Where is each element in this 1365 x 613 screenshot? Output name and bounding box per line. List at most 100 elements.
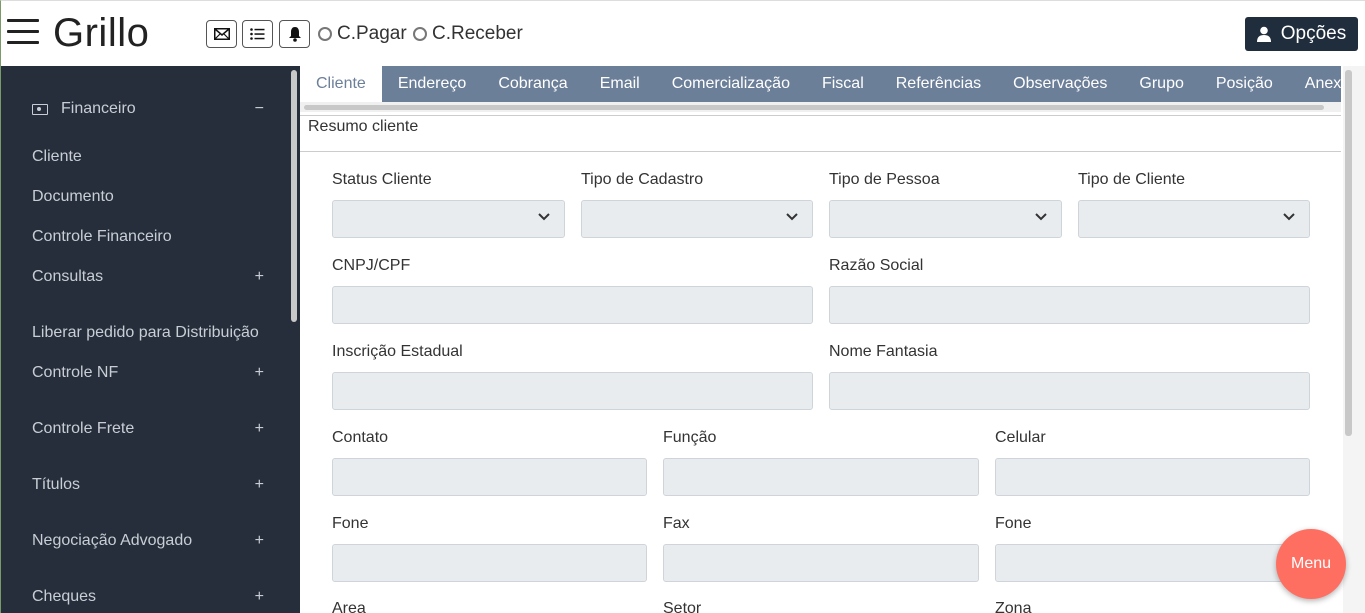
radio-receber-label: C.Receber (432, 23, 523, 44)
tab-anexos[interactable]: Anexos (1289, 66, 1341, 102)
chevron-down-icon (538, 213, 550, 221)
expand-icon: + (254, 476, 264, 493)
tab-email[interactable]: Email (584, 66, 656, 102)
user-icon (1256, 26, 1271, 42)
tipo-cliente-label: Tipo de Cliente (1078, 171, 1186, 188)
tipo-cadastro-label: Tipo de Cadastro (581, 171, 704, 188)
options-button[interactable]: Opções (1245, 17, 1358, 51)
nome-fantasia-input[interactable] (829, 372, 1310, 410)
status-cliente-select[interactable] (332, 200, 565, 238)
money-icon (32, 103, 48, 115)
tab-bar: Cliente Endereço Cobrança Email Comercia… (300, 66, 1341, 102)
bell-icon[interactable] (279, 20, 310, 48)
tab-observacoes[interactable]: Observações (997, 66, 1123, 102)
sidebar-item-liberar-pedido[interactable]: Liberar pedido para Distribuição (32, 324, 272, 342)
sidebar-item-label: Consultas (32, 268, 104, 285)
radio-contas-receber[interactable]: C.Receber (413, 23, 523, 45)
chevron-down-icon (1283, 213, 1295, 221)
app-header: Grillo C.Pagar C.Receber Opções (0, 0, 1365, 66)
brand-title: Grillo (53, 11, 150, 55)
sidebar-item-cheques[interactable]: Cheques + (32, 588, 264, 606)
area-label: Area (332, 600, 366, 613)
tab-posicao[interactable]: Posição (1200, 66, 1289, 102)
sidebar-item-label: Financeiro (61, 100, 136, 117)
radio-contas-pagar[interactable]: C.Pagar (318, 23, 407, 45)
funcao-label: Função (663, 429, 717, 446)
inscricao-estadual-input[interactable] (332, 372, 813, 410)
tab-scroll-thumb[interactable] (304, 105, 1324, 110)
sidebar-item-label: Liberar pedido para Distribuição (32, 324, 259, 341)
sidebar-item-label: Controle NF (32, 364, 119, 381)
contato-input[interactable] (332, 458, 647, 496)
options-label: Opções (1280, 23, 1347, 44)
tab-cobranca[interactable]: Cobrança (482, 66, 583, 102)
sidebar-item-documento[interactable]: Documento (32, 188, 264, 206)
menu-fab-button[interactable]: Menu (1276, 529, 1346, 599)
status-cliente-label: Status Cliente (332, 171, 432, 188)
sidebar-item-label: Títulos (32, 476, 81, 493)
fax-label: Fax (663, 515, 690, 532)
envelope-icon[interactable] (206, 20, 237, 48)
sidebar-item-label: Cliente (32, 148, 82, 165)
cnpj-cpf-label: CNPJ/CPF (332, 257, 411, 274)
expand-icon: + (254, 532, 264, 549)
sidebar-item-negociacao-advogado[interactable]: Negociação Advogado + (32, 532, 264, 550)
radio-pagar-label: C.Pagar (337, 23, 407, 44)
sidebar-item-consultas[interactable]: Consultas + (32, 268, 264, 286)
expand-icon: + (254, 364, 264, 381)
sidebar-item-financeiro[interactable]: Financeiro − (32, 100, 264, 118)
radio-circle-icon (318, 27, 332, 41)
expand-icon: + (254, 588, 264, 605)
tab-grupo[interactable]: Grupo (1123, 66, 1199, 102)
sidebar-item-cliente[interactable]: Cliente (32, 148, 264, 166)
main-scrollbar[interactable] (1343, 66, 1365, 613)
zona-label: Zona (995, 600, 1032, 613)
tipo-pessoa-label: Tipo de Pessoa (829, 171, 940, 188)
razao-social-input[interactable] (829, 286, 1310, 324)
chevron-down-icon (786, 213, 798, 221)
tab-scrollbar[interactable] (300, 102, 1341, 112)
sidebar-item-label: Documento (32, 188, 114, 205)
sidebar-item-label: Controle Financeiro (32, 228, 172, 245)
fone-input[interactable] (332, 544, 647, 582)
section-title: Resumo cliente (300, 115, 1341, 152)
cnpj-cpf-input[interactable] (332, 286, 813, 324)
celular-label: Celular (995, 429, 1046, 446)
tab-referencias[interactable]: Referências (880, 66, 997, 102)
hamburger-menu-icon[interactable] (7, 19, 39, 47)
tab-fiscal[interactable]: Fiscal (806, 66, 880, 102)
expand-icon: + (254, 268, 264, 285)
main-content: Cliente Endereço Cobrança Email Comercia… (300, 66, 1365, 613)
contato-label: Contato (332, 429, 389, 446)
sidebar-item-controle-financeiro[interactable]: Controle Financeiro (32, 228, 264, 246)
collapse-icon: − (254, 100, 264, 117)
inscricao-estadual-label: Inscrição Estadual (332, 343, 463, 360)
sidebar-item-label: Negociação Advogado (32, 532, 193, 549)
radio-circle-icon (413, 27, 427, 41)
celular-input[interactable] (995, 458, 1310, 496)
expand-icon: + (254, 420, 264, 437)
tipo-cliente-select[interactable] (1078, 200, 1310, 238)
fax-input[interactable] (663, 544, 979, 582)
sidebar-item-titulos[interactable]: Títulos + (32, 476, 264, 494)
sidebar-item-controle-nf[interactable]: Controle NF + (32, 364, 264, 382)
tipo-cadastro-select[interactable] (581, 200, 813, 238)
funcao-input[interactable] (663, 458, 979, 496)
sidebar-item-label: Controle Frete (32, 420, 135, 437)
fone-label: Fone (332, 515, 369, 532)
setor-label: Setor (663, 600, 702, 613)
main-scroll-thumb[interactable] (1345, 70, 1352, 436)
sidebar-item-label: Cheques (32, 588, 97, 605)
tab-comercializacao[interactable]: Comercialização (656, 66, 806, 102)
tipo-pessoa-select[interactable] (829, 200, 1062, 238)
fone-2-label: Fone (995, 515, 1032, 532)
sidebar-item-controle-frete[interactable]: Controle Frete + (32, 420, 264, 438)
sidebar-scrollbar[interactable] (291, 70, 297, 322)
tab-cliente[interactable]: Cliente (300, 66, 382, 102)
nome-fantasia-label: Nome Fantasia (829, 343, 938, 360)
tab-endereco[interactable]: Endereço (382, 66, 483, 102)
list-icon[interactable] (242, 20, 273, 48)
sidebar: Financeiro − Cliente Documento Controle … (0, 66, 300, 613)
fone-2-input[interactable] (995, 544, 1310, 582)
razao-social-label: Razão Social (829, 257, 924, 274)
